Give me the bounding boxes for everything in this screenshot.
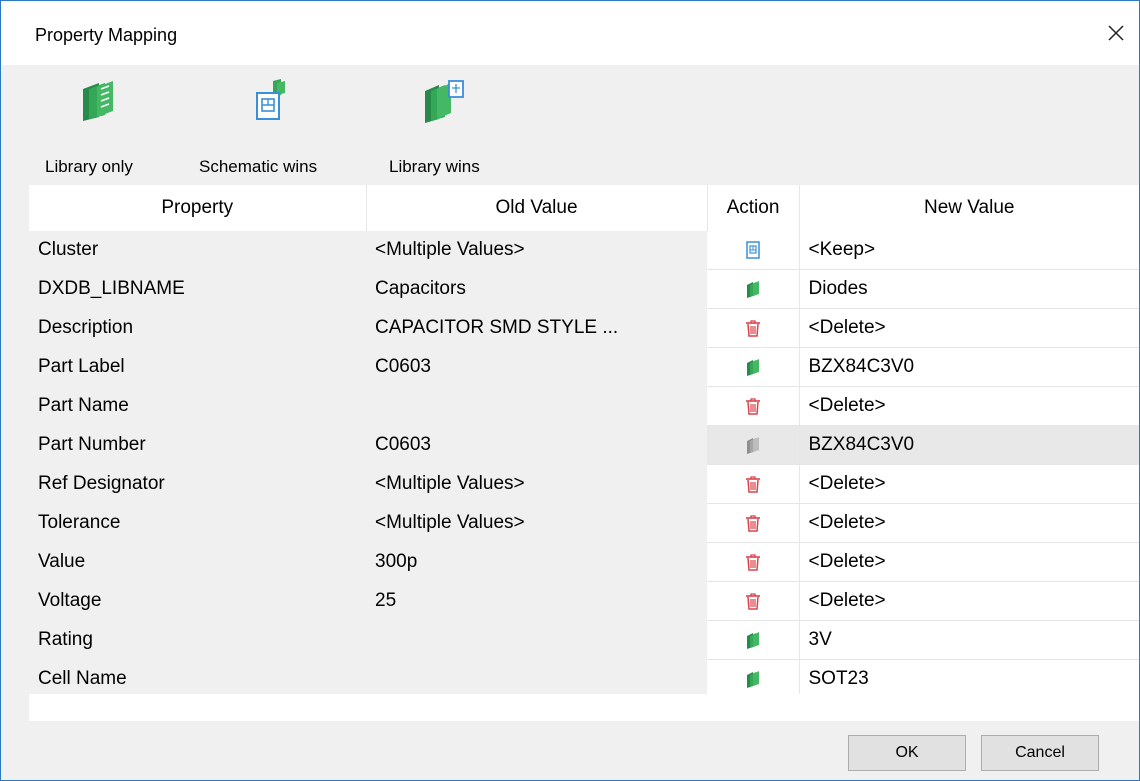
action-cell[interactable] (707, 464, 800, 504)
new-value-cell[interactable]: <Delete> (799, 542, 1139, 582)
delete-icon[interactable] (745, 551, 761, 572)
new-value-cell[interactable]: <Delete> (799, 386, 1139, 426)
action-cell[interactable] (707, 542, 800, 582)
old-value-cell (366, 386, 707, 426)
table-row[interactable]: Part Name <Delete> (29, 386, 1139, 426)
old-value-cell (366, 620, 707, 660)
new-value-cell[interactable]: 3V (799, 620, 1139, 660)
property-table: Property Old Value Action New Value Clus… (29, 185, 1139, 699)
property-cell: Value (29, 542, 366, 582)
action-cell[interactable] (707, 620, 800, 660)
new-value-cell[interactable]: Diodes (799, 269, 1139, 309)
action-cell[interactable] (707, 231, 800, 270)
library-only-label: Library only (45, 157, 133, 176)
table-row[interactable]: Ref Designator <Multiple Values> <Delete> (29, 464, 1139, 504)
table-row[interactable]: Rating 3V (29, 620, 1139, 660)
ok-button[interactable]: OK (848, 735, 966, 771)
delete-icon[interactable] (745, 512, 761, 533)
property-cell: Cluster (29, 231, 366, 270)
property-cell: Part Label (29, 347, 366, 387)
library-wins-label: Library wins (389, 157, 480, 176)
property-cell: Description (29, 308, 366, 348)
old-value-cell: 25 (366, 581, 707, 621)
old-value-cell: C0603 (366, 347, 707, 387)
header-property[interactable]: Property (29, 185, 367, 231)
schematic-wins-button[interactable]: Schematic wins (197, 79, 367, 179)
library-icon[interactable] (745, 629, 761, 650)
old-value-cell: <Multiple Values> (366, 503, 707, 543)
action-cell[interactable] (707, 347, 800, 387)
old-value-cell: C0603 (366, 425, 707, 465)
table-row[interactable]: Part Label C0603 BZX84C3V0 (29, 347, 1139, 387)
delete-icon[interactable] (745, 395, 761, 416)
table-row[interactable]: Part Number C0603 BZX84C3V0 (29, 425, 1139, 465)
header-action[interactable]: Action (707, 185, 800, 231)
action-cell[interactable] (707, 308, 800, 348)
new-value-cell[interactable]: <Delete> (799, 308, 1139, 348)
delete-icon[interactable] (745, 590, 761, 611)
library-wins-icon (425, 80, 464, 123)
new-value-cell[interactable]: <Keep> (799, 231, 1139, 270)
title-bar: Property Mapping (1, 1, 1139, 65)
table-row[interactable]: Cell Name SOT23 (29, 659, 1139, 699)
old-value-cell: Capacitors (366, 269, 707, 309)
table-row[interactable]: Cluster <Multiple Values> <Keep> (29, 231, 1139, 270)
new-value-cell[interactable]: BZX84C3V0 (799, 347, 1139, 387)
delete-icon[interactable] (745, 317, 761, 338)
property-mapping-dialog: Property Mapping Library only Schematic … (0, 0, 1140, 781)
action-cell[interactable] (707, 503, 800, 543)
delete-icon[interactable] (745, 473, 761, 494)
table-row[interactable]: Description CAPACITOR SMD STYLE ... <Delet… (29, 308, 1139, 348)
action-cell[interactable] (707, 425, 800, 465)
action-cell[interactable] (707, 269, 800, 309)
property-cell: Tolerance (29, 503, 366, 543)
library-icon[interactable] (745, 356, 761, 377)
property-cell: Part Number (29, 425, 366, 465)
schematic-wins-icon (256, 79, 285, 120)
library-icon[interactable] (745, 668, 761, 689)
library-only-button[interactable]: Library only (43, 79, 173, 179)
property-cell: Cell Name (29, 659, 366, 699)
table-row[interactable]: DXDB_LIBNAME Capacitors Diodes (29, 269, 1139, 309)
toolbar: Library only Schematic wins Library wins (1, 65, 1139, 181)
dialog-title: Property Mapping (35, 25, 178, 45)
property-cell: Ref Designator (29, 464, 366, 504)
property-cell: Part Name (29, 386, 366, 426)
table-row[interactable]: Value 300p <Delete> (29, 542, 1139, 582)
library-only-icon (83, 81, 113, 121)
old-value-cell: <Multiple Values> (366, 464, 707, 504)
close-icon (1108, 25, 1124, 41)
property-cell: DXDB_LIBNAME (29, 269, 366, 309)
library-wins-button[interactable]: Library wins (387, 79, 517, 179)
table-row[interactable]: Tolerance <Multiple Values> <Delete> (29, 503, 1139, 543)
old-value-cell: 300p (366, 542, 707, 582)
new-value-cell[interactable]: <Delete> (799, 503, 1139, 543)
cancel-button[interactable]: Cancel (981, 735, 1099, 771)
new-value-cell[interactable]: <Delete> (799, 464, 1139, 504)
property-cell: Rating (29, 620, 366, 660)
header-new-value[interactable]: New Value (799, 185, 1139, 231)
action-cell[interactable] (707, 659, 800, 699)
header-old-value[interactable]: Old Value (366, 185, 708, 231)
schematic-wins-label: Schematic wins (199, 157, 318, 176)
action-cell[interactable] (707, 386, 800, 426)
old-value-cell: CAPACITOR SMD STYLE ... (366, 308, 707, 348)
table-row[interactable]: Voltage 25 <Delete> (29, 581, 1139, 621)
table-body: Cluster <Multiple Values> <Keep> DXDB_LIBNA… (29, 231, 1139, 699)
old-value-cell: <Multiple Values> (366, 231, 707, 270)
schematic-icon[interactable] (745, 239, 761, 260)
old-value-cell (366, 659, 707, 699)
close-button[interactable] (1093, 11, 1139, 55)
library-gray-icon[interactable] (745, 434, 761, 455)
property-cell: Voltage (29, 581, 366, 621)
new-value-cell[interactable]: SOT23 (799, 659, 1139, 699)
new-value-cell[interactable]: BZX84C3V0 (799, 425, 1139, 465)
table-header-row: Property Old Value Action New Value (29, 185, 1139, 231)
action-cell[interactable] (707, 581, 800, 621)
new-value-cell[interactable]: <Delete> (799, 581, 1139, 621)
table-empty-area (29, 694, 1139, 721)
library-icon[interactable] (745, 278, 761, 299)
